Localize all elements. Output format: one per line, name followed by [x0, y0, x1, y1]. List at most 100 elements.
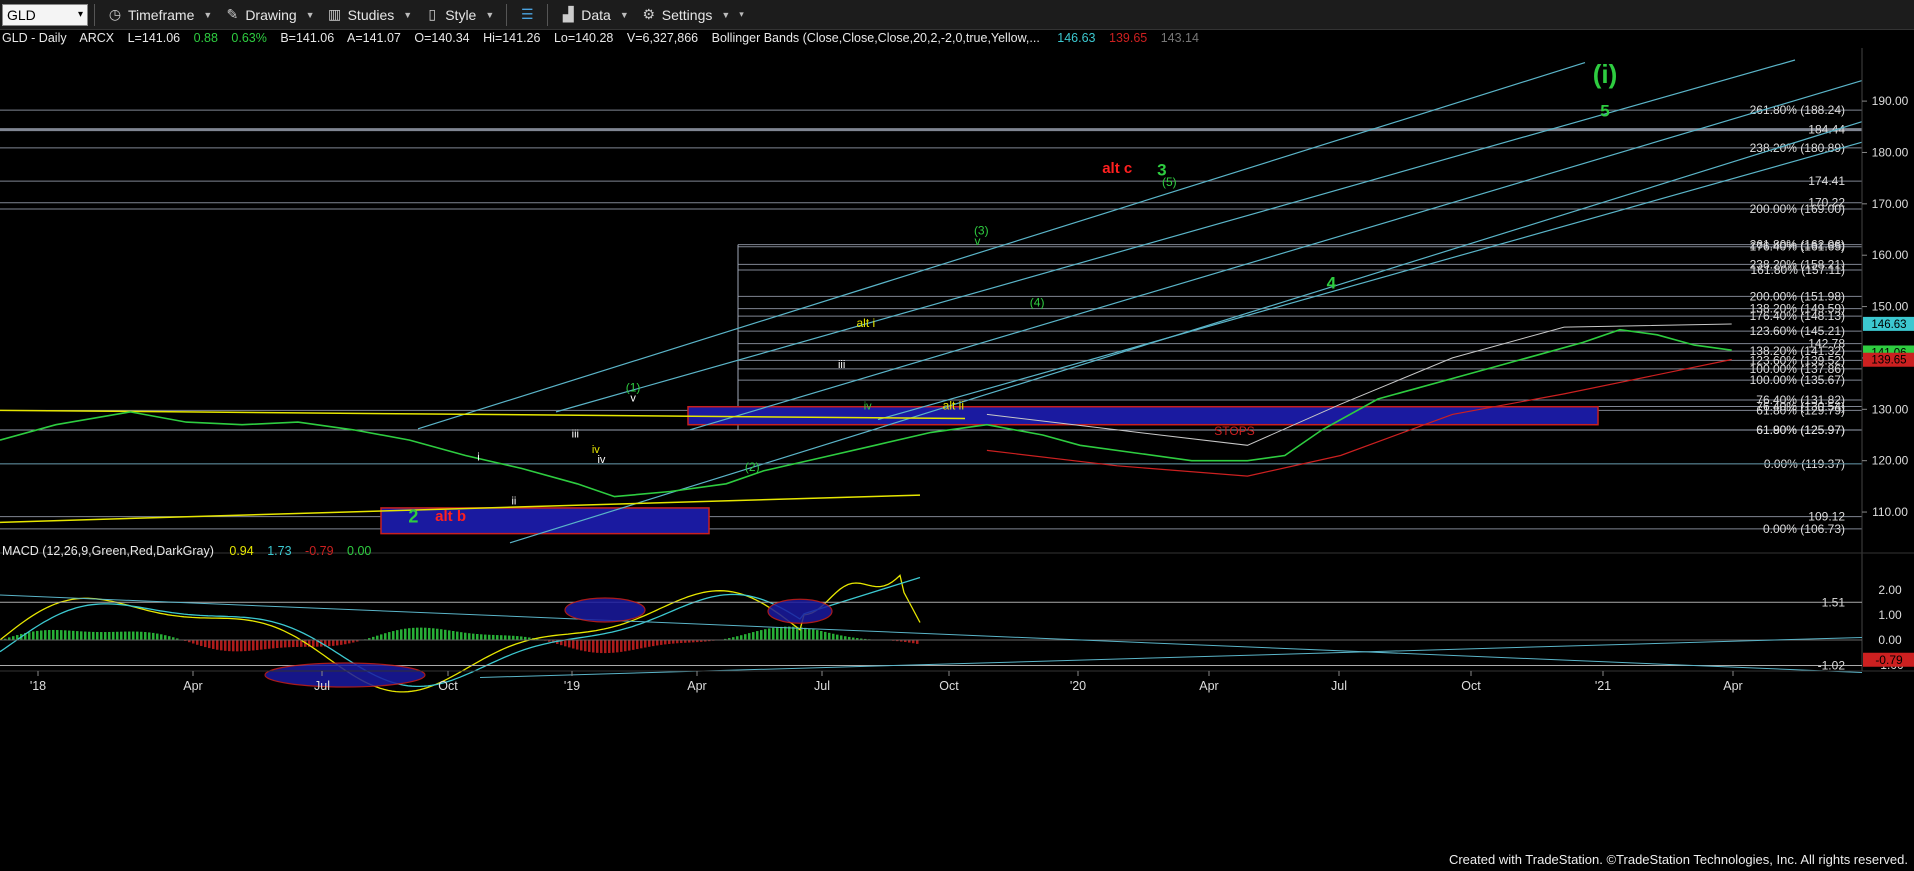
macd-histogram-bar [156, 633, 159, 640]
macd-histogram-bar [588, 640, 591, 652]
data-button[interactable]: ▟ Data ▼ [554, 2, 635, 28]
macd-histogram-bar [60, 630, 63, 640]
macd-histogram-bar [412, 627, 415, 640]
macd-histogram-bar [400, 629, 403, 640]
style-label: Style [445, 6, 477, 23]
time-tick-label: Jul [1331, 679, 1347, 693]
time-tick-label: '18 [30, 679, 46, 693]
studies-button[interactable]: ▥ Studies ▼ [321, 2, 419, 28]
macd-histogram-bar [620, 640, 623, 652]
macd-histogram-bar [768, 628, 771, 640]
style-button[interactable]: ▯ Style ▼ [418, 2, 500, 28]
wave-label: (5) [1162, 175, 1177, 189]
chevron-down-icon: ▼ [721, 9, 731, 20]
price-tick-label: 110.00 [1872, 505, 1908, 519]
macd-histogram-bar [748, 633, 751, 640]
macd-histogram-bar [48, 630, 51, 640]
macd-tick-label: 1.00 [1878, 608, 1902, 622]
price-tick-label: 170.00 [1872, 197, 1909, 211]
symbol-value: GLD [7, 6, 36, 23]
price-chart[interactable]: GLD - Daily ARCX L=141.06 0.88 0.63% B=1… [0, 30, 1914, 871]
toolbar-divider [547, 3, 549, 26]
toolbar-divider [94, 3, 95, 26]
macd-histogram-bar [816, 630, 819, 640]
macd-histogram-bar [644, 640, 647, 648]
macd-histogram-bar [804, 627, 807, 640]
macd-histogram-bar [452, 630, 455, 640]
header-bb-mid: 143.14 [1161, 31, 1199, 45]
macd-histogram-bar [480, 634, 483, 640]
wave-label: 2 [408, 506, 418, 526]
macd-histogram-bar [140, 631, 143, 640]
macd-histogram-bar [416, 627, 419, 640]
macd-histogram-bar [608, 640, 611, 653]
macd-histogram-bar [832, 633, 835, 640]
fib-label: 200.00% (169.00) [1750, 202, 1845, 216]
macd-histogram-bar [396, 630, 399, 640]
fib-label: 161.80% (157.11) [1750, 263, 1845, 277]
macd-histogram-bar [136, 631, 139, 640]
wave-label: alt ii [943, 398, 964, 412]
macd-histogram-bar [92, 631, 95, 640]
macd-histogram-bar [584, 640, 587, 652]
drawing-button[interactable]: ✎ Drawing ▼ [218, 2, 320, 28]
macd-histogram-bar [424, 627, 427, 640]
macd-histogram-bar [464, 632, 467, 640]
macd-histogram-bar [612, 640, 615, 653]
wave-label: 4 [1327, 274, 1337, 293]
layout-button[interactable]: ☰ [513, 2, 541, 28]
channel-line [417, 61, 1586, 430]
macd-histogram-bar [12, 636, 15, 640]
macd-histogram-bar [616, 640, 619, 653]
macd-histogram-bar [440, 629, 443, 640]
macd-signal: 1.73 [267, 544, 291, 558]
macd-histogram-bar [240, 640, 243, 652]
macd-histogram-bar [160, 634, 163, 640]
macd-histogram-bar [456, 631, 459, 640]
clock-icon: ◷ [108, 6, 122, 22]
macd-histogram-bar [784, 626, 787, 640]
macd-histogram-bar [640, 640, 643, 649]
price-tick-label: 150.00 [1872, 300, 1909, 314]
macd-histogram-bar [232, 640, 235, 652]
macd-histogram-bar [916, 640, 919, 644]
macd-histogram-bar [492, 634, 495, 640]
macd-histogram-bar [564, 640, 567, 647]
macd-histogram-bar [476, 634, 479, 640]
dropdown-arrow-icon[interactable]: ▾ [78, 9, 83, 20]
macd-histogram-bar [420, 627, 423, 640]
macd-histogram-bar [760, 630, 763, 640]
header-change: 0.88 [194, 31, 218, 45]
macd-histogram-bar [280, 640, 283, 648]
macd-histogram-bar [344, 640, 347, 645]
macd-histogram-bar [504, 635, 507, 640]
time-tick-label: Apr [183, 679, 202, 693]
macd-histogram-bar [96, 632, 99, 640]
wave-label: v [630, 393, 636, 405]
macd-histogram-bar [32, 631, 35, 640]
macd-histogram-bar [792, 626, 795, 640]
wave-label: ii [511, 495, 516, 507]
header-bb-lower: 139.65 [1109, 31, 1147, 45]
macd-histogram-bar [484, 634, 487, 640]
macd-histogram-bar [572, 640, 575, 649]
macd-histogram-bar [660, 640, 663, 645]
settings-button[interactable]: ⚙ Settings ▼ ▾ [635, 2, 750, 28]
macd-histogram-bar [624, 640, 627, 652]
header-volume: V=6,327,866 [627, 31, 698, 45]
macd-highlight-ellipse [564, 597, 646, 623]
macd-histogram-bar [648, 640, 651, 647]
symbol-input[interactable]: GLD ▾ [2, 3, 88, 26]
macd-tag-label: -0.79 [1875, 653, 1903, 667]
chevron-down-icon: ▼ [305, 9, 315, 20]
macd-histogram-bar [152, 632, 155, 640]
macd-histogram-bar [652, 640, 655, 647]
macd-histogram-bar [828, 632, 831, 640]
macd-histogram-bar [132, 631, 135, 640]
price-tag-label: 139.65 [1871, 355, 1906, 367]
macd-histogram-bar [244, 640, 247, 652]
macd-histogram-bar [216, 640, 219, 650]
macd-histogram-bar [408, 628, 411, 640]
channel-line [877, 141, 1863, 421]
timeframe-button[interactable]: ◷ Timeframe ▼ [101, 2, 218, 28]
